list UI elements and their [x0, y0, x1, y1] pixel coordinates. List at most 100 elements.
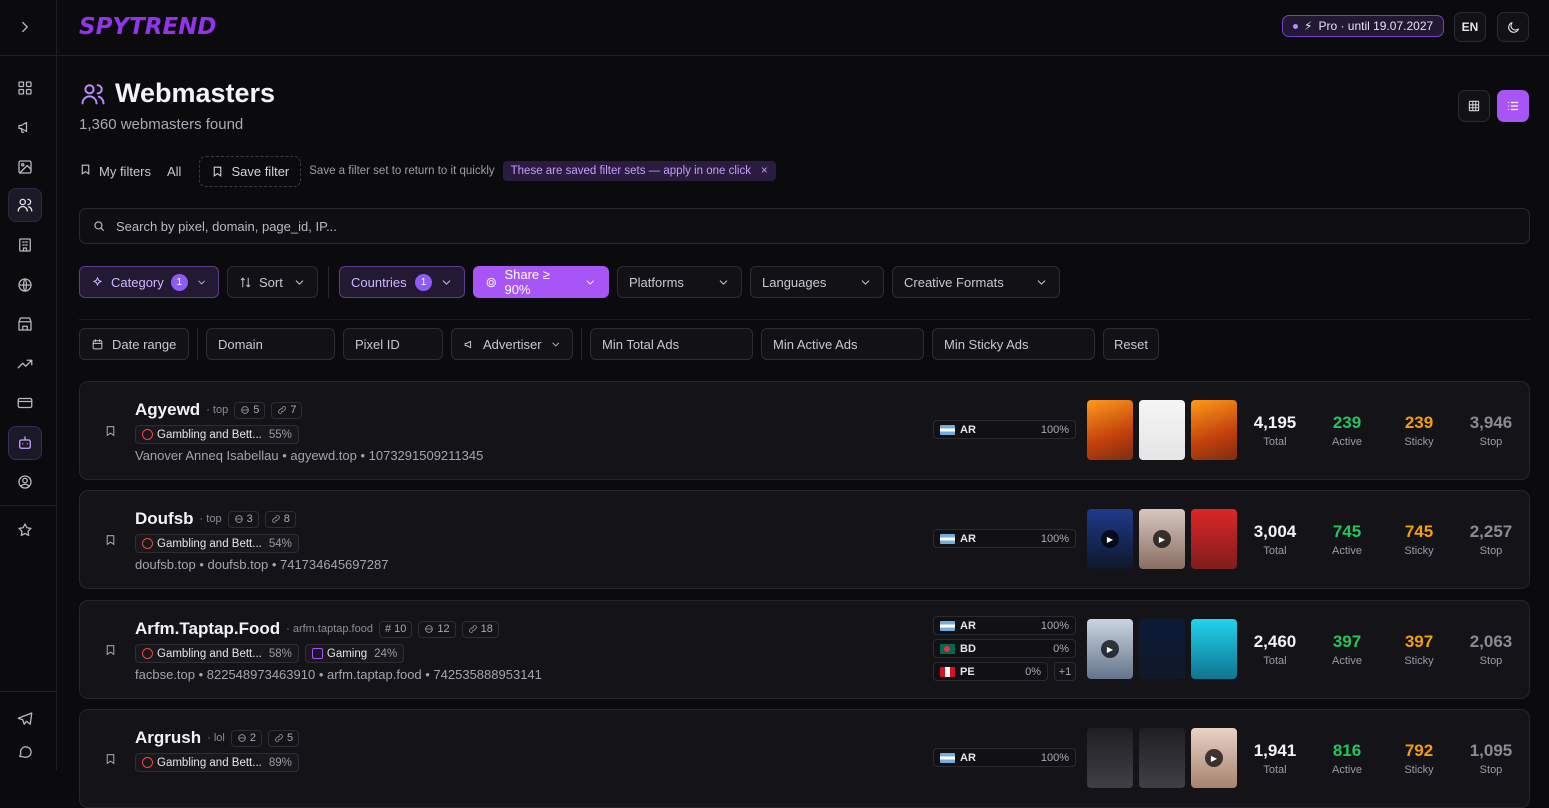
category-count-badge: 1 — [171, 274, 188, 291]
advertiser-filter[interactable]: Advertiser — [451, 328, 573, 360]
bookmark-icon — [211, 165, 224, 178]
stopped-ads: 2,063 — [1455, 632, 1527, 652]
pro-plan-label: Pro · until 19.07.2027 — [1318, 19, 1433, 33]
min-active-ads-input[interactable]: Min Active Ads — [761, 328, 924, 360]
webmaster-name[interactable]: Argrush — [135, 728, 201, 748]
chevron-down-icon — [717, 276, 730, 289]
sticky-ads: 792 — [1383, 741, 1455, 761]
creative-thumbnail[interactable] — [1139, 400, 1185, 460]
creative-thumbnail[interactable]: ▶ — [1087, 509, 1133, 569]
all-filters-tab[interactable]: All — [167, 164, 181, 179]
sort-filter[interactable]: Sort — [227, 266, 318, 298]
creative-thumbnail[interactable]: ▶ — [1087, 619, 1133, 679]
megaphone-icon[interactable] — [8, 110, 42, 144]
svg-text:SPYTREND: SPYTREND — [79, 14, 217, 39]
pixel-id-input[interactable]: Pixel ID — [343, 328, 443, 360]
chevron-down-icon — [1035, 276, 1048, 289]
creative-formats-filter[interactable]: Creative Formats — [892, 266, 1060, 298]
more-geos-button[interactable]: +1 — [1054, 662, 1076, 681]
status-dot — [1293, 24, 1298, 29]
creative-thumbnail[interactable] — [1191, 509, 1237, 569]
min-total-ads-input[interactable]: Min Total Ads — [590, 328, 753, 360]
dashboard-icon[interactable] — [8, 71, 42, 105]
bot-icon[interactable] — [8, 426, 42, 460]
trending-icon[interactable] — [8, 347, 42, 381]
sidebar — [0, 0, 57, 770]
star-icon[interactable] — [8, 513, 42, 547]
countries-filter[interactable]: Countries 1 — [339, 266, 465, 298]
save-filter-button[interactable]: Save filter — [199, 156, 301, 187]
creative-thumbnail[interactable] — [1087, 728, 1133, 788]
webmaster-card[interactable]: Doufsb · top 3 8 Gambling and Bett...54%… — [79, 490, 1530, 589]
flag-bd-icon — [940, 644, 955, 654]
creative-thumbnail[interactable] — [1087, 400, 1133, 460]
flag-ar-icon — [940, 753, 955, 763]
webmaster-meta: doufsb.top • doufsb.top • 74173464569728… — [135, 557, 388, 572]
category-badge: Gambling and Bett...54% — [135, 534, 299, 553]
close-icon[interactable]: × — [761, 165, 768, 177]
categories: Gambling and Bett...55% — [135, 425, 299, 444]
card-icon[interactable] — [8, 386, 42, 420]
webmaster-meta: facbse.top • 822548973463910 • arfm.tapt… — [135, 667, 542, 682]
languages-filter[interactable]: Languages — [750, 266, 884, 298]
webmaster-card[interactable]: Agyewd · top 5 7 Gambling and Bett...55%… — [79, 381, 1530, 480]
creative-thumbnail[interactable] — [1139, 728, 1185, 788]
platforms-filter[interactable]: Platforms — [617, 266, 742, 298]
total-ads: 2,460 — [1239, 632, 1311, 652]
creative-thumbnail[interactable] — [1139, 619, 1185, 679]
links-count: 5 — [268, 730, 299, 747]
image-icon[interactable] — [8, 150, 42, 184]
gamepad-icon — [312, 648, 323, 659]
webmaster-card[interactable]: Arfm.Taptap.Food · arfm.taptap.food #10 … — [79, 600, 1530, 699]
webmaster-name[interactable]: Agyewd — [135, 400, 200, 420]
category-filter[interactable]: Category1 — [79, 266, 219, 298]
store-icon[interactable] — [8, 307, 42, 341]
logo[interactable]: SPYTREND — [79, 13, 269, 42]
telegram-icon[interactable] — [8, 702, 42, 736]
domains-count: 2 — [231, 730, 262, 747]
creative-thumbnail[interactable]: ▶ — [1191, 728, 1237, 788]
min-sticky-placeholder: Min Sticky Ads — [944, 337, 1029, 352]
list-view-button[interactable] — [1497, 90, 1529, 122]
min-sticky-ads-input[interactable]: Min Sticky Ads — [932, 328, 1095, 360]
webmaster-name[interactable]: Arfm.Taptap.Food — [135, 619, 280, 639]
pro-plan-badge[interactable]: ⚡︎ Pro · until 19.07.2027 — [1282, 15, 1444, 37]
share-filter[interactable]: Share ≥ 90% — [473, 266, 609, 298]
grid-view-button[interactable] — [1458, 90, 1490, 122]
webmaster-card[interactable]: Argrush · lol 2 5 Gambling and Bett...89… — [79, 709, 1530, 808]
globe-icon[interactable] — [8, 268, 42, 302]
my-filters-label[interactable]: My filters — [99, 164, 151, 179]
search-input[interactable]: Search by pixel, domain, page_id, IP... — [79, 208, 1530, 244]
play-icon: ▶ — [1153, 530, 1171, 548]
creative-thumbnail[interactable]: ▶ — [1139, 509, 1185, 569]
theme-toggle-button[interactable] — [1497, 12, 1529, 42]
categories: Gambling and Bett...89% — [135, 753, 299, 772]
category-badge: Gambling and Bett...58% — [135, 644, 299, 663]
creative-thumbnail[interactable] — [1191, 400, 1237, 460]
chevron-down-icon — [196, 276, 207, 289]
creative-thumbnail[interactable] — [1191, 619, 1237, 679]
users-icon[interactable] — [8, 188, 42, 222]
geo-row: AR100% — [933, 616, 1076, 635]
gambling-icon — [142, 538, 153, 549]
total-ads: 4,195 — [1239, 413, 1311, 433]
language-button[interactable]: EN — [1454, 12, 1486, 42]
webmaster-name[interactable]: Doufsb — [135, 509, 194, 529]
chat-icon[interactable] — [8, 735, 42, 769]
creative-thumbnails: ▶ — [1087, 728, 1237, 788]
reset-button[interactable]: Reset — [1103, 328, 1159, 360]
chevron-down-icon — [859, 276, 872, 289]
building-icon[interactable] — [8, 228, 42, 262]
chevron-down-icon — [293, 276, 306, 289]
date-range-filter[interactable]: Date range — [79, 328, 189, 360]
moon-icon — [1506, 20, 1521, 35]
hashtags-count: #10 — [379, 621, 412, 638]
link-icon — [468, 624, 478, 634]
play-icon: ▶ — [1101, 530, 1119, 548]
expand-sidebar-icon[interactable] — [8, 10, 42, 44]
domain-input[interactable]: Domain — [206, 328, 335, 360]
share-label: Share ≥ 90% — [504, 267, 576, 297]
bookmark-icon — [79, 163, 92, 179]
account-icon[interactable] — [8, 465, 42, 499]
play-icon: ▶ — [1101, 640, 1119, 658]
